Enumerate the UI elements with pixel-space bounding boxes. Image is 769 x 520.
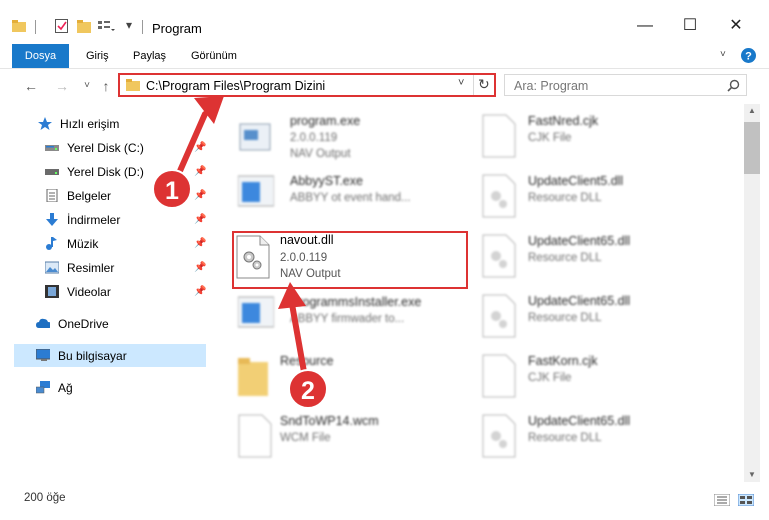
item-count: 200 öğe bbox=[24, 492, 66, 504]
details-view-icon[interactable] bbox=[714, 494, 730, 506]
step-badge-1: 1 bbox=[152, 169, 192, 209]
annotation-arrows bbox=[173, 96, 307, 375]
step-badge-2: 2 bbox=[288, 369, 328, 409]
tiles-view-icon[interactable] bbox=[738, 494, 754, 506]
